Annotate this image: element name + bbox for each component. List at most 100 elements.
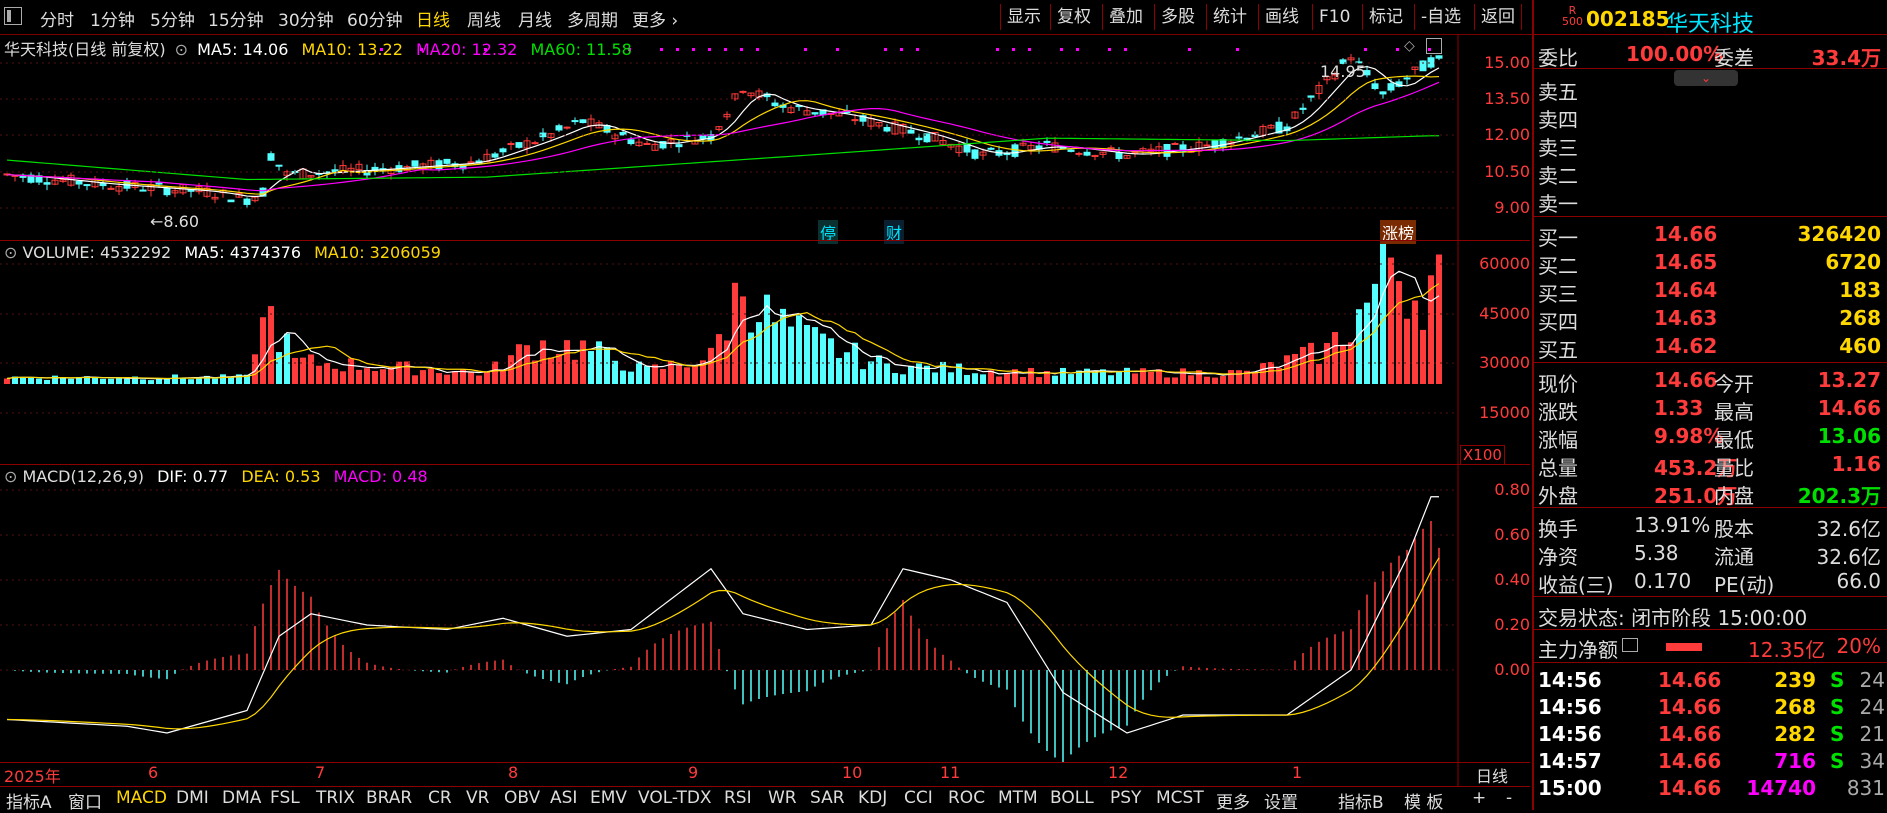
indicator-b-tab[interactable]: 指标B: [1338, 788, 1384, 813]
candle-body: [915, 137, 923, 141]
display-button[interactable]: 显示: [1000, 4, 1047, 30]
period-tab[interactable]: 30分钟: [278, 6, 334, 31]
zoom-out-button[interactable]: -: [1506, 788, 1512, 808]
candle-body: [1171, 142, 1179, 145]
tick-price: 14.66: [1658, 695, 1722, 719]
indicator-tab[interactable]: DMA: [222, 788, 261, 808]
volume-bar: [660, 368, 666, 384]
period-tab[interactable]: 5分钟: [150, 6, 195, 31]
buy-row: 买二 14.65 6720: [1534, 248, 1887, 278]
window-tab[interactable]: 窗口: [68, 788, 102, 813]
indicator-tab[interactable]: DMI: [176, 788, 209, 808]
collapse-icon[interactable]: ⊙: [4, 243, 17, 262]
event-dot: [1236, 48, 1239, 51]
kline-chart-svg[interactable]: [0, 34, 1530, 786]
volume-bar: [1004, 372, 1010, 384]
volume-bar: [252, 354, 258, 384]
diamond-icon[interactable]: ◇: [1404, 38, 1415, 54]
adjust-button[interactable]: 复权: [1050, 4, 1097, 30]
macd-axis-label: 0.00: [1494, 660, 1530, 679]
indicator-tab[interactable]: FSL: [270, 788, 300, 808]
indicator-tab[interactable]: BRAR: [366, 788, 412, 808]
candle-body: [1067, 149, 1075, 152]
indicator-tab[interactable]: OBV: [504, 788, 540, 808]
pane-divider: [0, 240, 1530, 241]
indicator-tab[interactable]: SAR: [810, 788, 845, 808]
event-dot: [900, 48, 903, 51]
stat-value: 32.6亿: [1816, 517, 1881, 541]
candle-body: [643, 143, 651, 146]
multi-stock-button[interactable]: 多股: [1154, 4, 1201, 30]
indicator-tab[interactable]: VR: [466, 788, 489, 808]
buy-row: 买四 14.63 268: [1534, 304, 1887, 334]
indicator-tab[interactable]: CCI: [904, 788, 933, 808]
list-icon[interactable]: [1622, 638, 1638, 652]
stat-label: 内盘: [1714, 484, 1754, 508]
panel-toggle-icon[interactable]: [4, 7, 22, 25]
overlay-button[interactable]: 叠加: [1102, 4, 1149, 30]
indicator-tab[interactable]: EMV: [590, 788, 627, 808]
indicator-tab[interactable]: BOLL: [1050, 788, 1094, 808]
volume-bar: [228, 377, 234, 384]
volume-bar: [636, 361, 642, 384]
tick-time: 14:56: [1538, 695, 1602, 719]
volume-bar: [436, 373, 442, 384]
template-tab[interactable]: 模 板: [1404, 788, 1443, 813]
draw-line-button[interactable]: 画线: [1258, 4, 1305, 30]
ma5-value: MA5: 14.06: [197, 40, 289, 59]
stat-label: 量比: [1714, 456, 1754, 480]
panel-icon[interactable]: [1426, 38, 1442, 54]
stat-label: 涨跌: [1538, 400, 1578, 424]
chart-area[interactable]: 华天科技(日线 前复权) ⊙ MA5: 14.06 MA10: 13.22 MA…: [0, 34, 1530, 786]
f10-button[interactable]: F10: [1312, 4, 1356, 30]
period-tab[interactable]: 多周期: [567, 6, 618, 31]
more-periods-button[interactable]: 更多 ›: [632, 6, 678, 31]
indicator-tab[interactable]: ASI: [550, 788, 577, 808]
volume-bar: [604, 347, 610, 384]
period-tab[interactable]: 1分钟: [90, 6, 135, 31]
tick-volume: 282: [1774, 722, 1816, 746]
volume-bar: [844, 352, 850, 384]
collapse-icon[interactable]: ⊙: [4, 467, 17, 486]
indicator-tab[interactable]: KDJ: [858, 788, 887, 808]
mark-button[interactable]: 标记: [1362, 4, 1409, 30]
period-tab[interactable]: 分时: [40, 6, 74, 31]
tick-side: S: [1830, 749, 1845, 773]
indicator-tab[interactable]: MTM: [998, 788, 1038, 808]
remove-watchlist-button[interactable]: -自选: [1414, 4, 1467, 30]
indicator-tab[interactable]: WR: [768, 788, 797, 808]
settings-tab[interactable]: 设置: [1264, 788, 1298, 813]
indicator-tab[interactable]: VOL-TDX: [638, 788, 712, 808]
more-indicators-tab[interactable]: 更多: [1216, 788, 1250, 813]
volume-bar: [884, 363, 890, 384]
zoom-in-button[interactable]: +: [1472, 788, 1486, 808]
volume-bar: [1036, 377, 1042, 384]
volume-bar: [1436, 254, 1442, 384]
period-tab[interactable]: 周线: [467, 6, 501, 31]
sell-label: 卖四: [1538, 108, 1578, 132]
indicator-tab[interactable]: TRIX: [316, 788, 355, 808]
indicator-tab[interactable]: RSI: [724, 788, 752, 808]
candle-body: [907, 129, 915, 134]
event-dot: [756, 48, 759, 51]
indicator-a-tab[interactable]: 指标A: [6, 788, 52, 813]
indicator-tab-macd[interactable]: MACD: [116, 788, 167, 808]
period-tab[interactable]: 15分钟: [208, 6, 264, 31]
indicator-tab[interactable]: PSY: [1110, 788, 1141, 808]
indicator-tab[interactable]: ROC: [948, 788, 985, 808]
volume-bar: [820, 333, 826, 384]
indicator-tab[interactable]: CR: [428, 788, 452, 808]
period-tab[interactable]: 60分钟: [347, 6, 403, 31]
volume-bar: [516, 344, 522, 384]
event-dot: [660, 48, 663, 51]
volume-bar: [628, 371, 634, 384]
back-button[interactable]: 返回: [1474, 4, 1522, 30]
period-tab[interactable]: 月线: [518, 6, 552, 31]
indicator-tab[interactable]: MCST: [1156, 788, 1204, 808]
statistics-button[interactable]: 统计: [1206, 4, 1253, 30]
period-tab-active[interactable]: 日线: [416, 6, 450, 31]
volume-bar: [20, 376, 26, 384]
candle-body: [579, 119, 587, 124]
collapse-icon[interactable]: ⊙: [175, 40, 188, 59]
volume-bar: [1068, 374, 1074, 384]
